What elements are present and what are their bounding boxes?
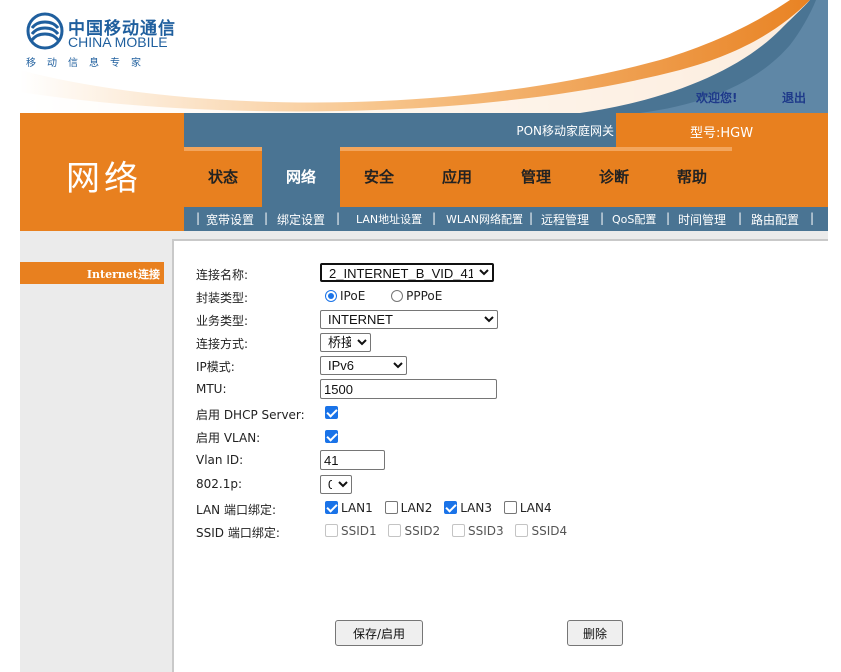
ssid1-checkbox[interactable]: [325, 524, 338, 537]
lan1-checkbox[interactable]: [325, 501, 338, 514]
sub-nav: | 宽带设置 | 绑定设置 | LAN地址设置 | WLAN网络配置 | 远程管…: [184, 207, 828, 231]
page: 中国移动通信 CHINA MOBILE 移动信息专家 欢迎您! 退出 网络 PO…: [20, 0, 828, 672]
main-tabs: 状态 网络 安全 应用 管理 诊断 帮助: [184, 147, 828, 207]
mtu-label: MTU:: [196, 382, 227, 396]
subnav-broadband[interactable]: 宽带设置: [206, 211, 254, 228]
ipoe-radio[interactable]: [325, 289, 337, 302]
ssid4-checkbox[interactable]: [515, 524, 529, 537]
tab-management[interactable]: 管理: [497, 147, 575, 207]
tab-help[interactable]: 帮助: [653, 147, 731, 207]
lan3-label: LAN3: [460, 500, 492, 515]
subnav-binding[interactable]: 绑定设置: [277, 211, 325, 228]
connection-mode-label: 连接方式:: [196, 337, 249, 351]
product-name: PON移动家庭网关: [516, 124, 614, 138]
subnav-remote-management[interactable]: 远程管理: [541, 211, 589, 228]
model-box: 型号:HGW: [616, 113, 828, 147]
subnav-lan-address[interactable]: LAN地址设置: [356, 211, 422, 227]
lan2-label: LAN2: [400, 500, 433, 515]
dot1p-select[interactable]: 0: [320, 475, 352, 494]
ssid2-checkbox[interactable]: [388, 524, 402, 537]
lan4-checkbox[interactable]: [503, 501, 517, 514]
sub-nav-separator: |: [600, 211, 605, 225]
vlan-enable-checkbox[interactable]: [325, 430, 338, 443]
sub-nav-separator: |: [196, 211, 201, 225]
logo-slogan: 移动信息专家: [26, 58, 152, 69]
header: 中国移动通信 CHINA MOBILE 移动信息专家 欢迎您! 退出: [20, 0, 828, 113]
vlan-id-label: Vlan ID:: [196, 453, 244, 467]
vlan-enable-label: 启用 VLAN:: [196, 431, 261, 445]
china-mobile-logo: 中国移动通信 CHINA MOBILE 移动信息专家: [26, 12, 176, 72]
lan3-checkbox[interactable]: [444, 501, 458, 514]
ssid2-label: SSID2: [404, 523, 441, 538]
china-mobile-logo-icon: [26, 12, 64, 50]
delete-button[interactable]: 删除: [567, 620, 623, 646]
dhcp-server-checkbox[interactable]: [325, 406, 338, 419]
ip-mode-label: IP模式:: [196, 360, 235, 374]
sub-nav-separator: |: [336, 211, 341, 225]
subnav-time-management[interactable]: 时间管理: [678, 211, 726, 228]
ip-mode-select[interactable]: IPv6: [320, 356, 407, 375]
product-bar: PON移动家庭网关: [184, 113, 616, 147]
sub-nav-separator: |: [666, 211, 671, 225]
subnav-wlan-config[interactable]: WLAN网络配置: [446, 211, 523, 227]
vlan-id-input[interactable]: [320, 450, 385, 470]
sub-nav-separator: |: [810, 211, 815, 225]
form-panel: 连接名称: 2_INTERNET_B_VID_41 封装类型: IPoE PPP…: [172, 239, 828, 672]
pppoe-radio[interactable]: [391, 289, 404, 302]
ssid1-label: SSID1: [341, 523, 377, 538]
lan4-label: LAN4: [519, 500, 552, 515]
logo-english-name: CHINA MOBILE: [68, 34, 168, 50]
content-area: 连接名称: 2_INTERNET_B_VID_41 封装类型: IPoE PPP…: [172, 231, 828, 672]
lan2-checkbox[interactable]: [384, 501, 398, 514]
ipoe-label: IPoE: [340, 288, 366, 303]
tab-status[interactable]: 状态: [184, 147, 262, 207]
welcome-link[interactable]: 欢迎您!: [696, 89, 737, 106]
connection-name-select[interactable]: 2_INTERNET_B_VID_41: [320, 263, 494, 282]
ssid-binding-group: SSID1 SSID2 SSID3 SSID4: [325, 523, 575, 538]
pppoe-label: PPPoE: [406, 288, 443, 303]
tab-application[interactable]: 应用: [418, 147, 496, 207]
logout-link[interactable]: 退出: [782, 89, 806, 106]
encap-type-label: 封装类型:: [196, 291, 249, 305]
sub-nav-separator: |: [529, 211, 534, 225]
model-label: 型号:HGW: [690, 126, 754, 141]
service-type-select[interactable]: INTERNET: [320, 310, 498, 329]
section-title: 网络: [66, 159, 142, 199]
sidebar: Internet连接: [20, 231, 172, 672]
mtu-input[interactable]: [320, 379, 497, 399]
lan1-label: LAN1: [341, 500, 373, 515]
tab-diagnostics[interactable]: 诊断: [575, 147, 653, 207]
sub-nav-separator: |: [432, 211, 437, 225]
save-apply-button[interactable]: 保存/启用: [335, 620, 423, 646]
lan-binding-group: LAN1 LAN2 LAN3 LAN4: [325, 500, 560, 515]
section-title-block: 网络: [20, 113, 184, 231]
service-type-label: 业务类型:: [196, 314, 249, 328]
sub-nav-separator: |: [264, 211, 269, 225]
sidebar-item-label: Internet连接: [86, 268, 160, 281]
tab-network[interactable]: 网络: [262, 147, 340, 207]
connection-mode-select[interactable]: 桥接: [320, 333, 371, 352]
ssid3-checkbox[interactable]: [451, 524, 465, 537]
ssid-binding-label: SSID 端口绑定:: [196, 526, 280, 540]
tab-security[interactable]: 安全: [340, 147, 418, 207]
subnav-routing[interactable]: 路由配置: [751, 211, 799, 228]
dhcp-server-label: 启用 DHCP Server:: [196, 408, 305, 422]
connection-name-label: 连接名称:: [196, 268, 249, 282]
encap-type-radios: IPoE PPPoE: [325, 288, 450, 303]
ssid3-label: SSID3: [467, 523, 504, 538]
subnav-qos[interactable]: QoS配置: [612, 211, 656, 227]
dot1p-label: 802.1p:: [196, 477, 243, 491]
lan-binding-label: LAN 端口绑定:: [196, 503, 277, 517]
sub-nav-separator: |: [738, 211, 743, 225]
ssid4-label: SSID4: [531, 523, 568, 538]
sidebar-item-internet-connection[interactable]: Internet连接: [20, 262, 164, 284]
